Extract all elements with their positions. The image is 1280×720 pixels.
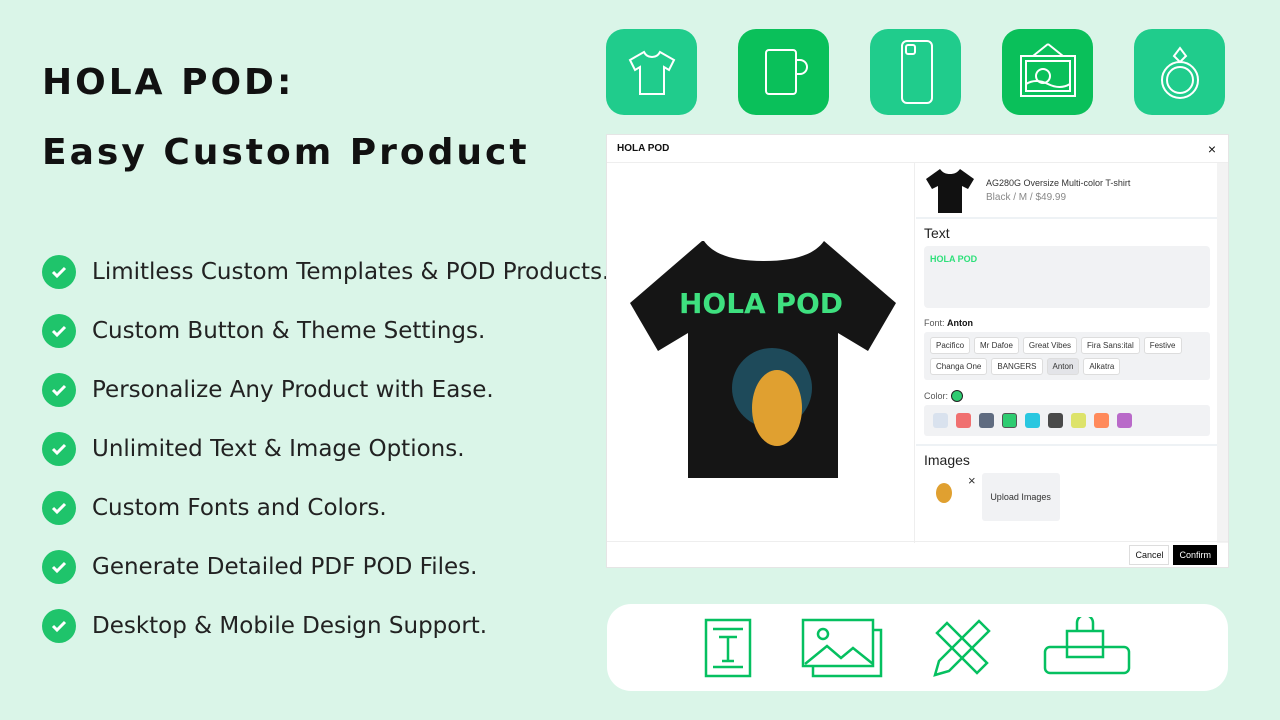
feature-icons-bar [607,604,1228,691]
uploaded-image-thumbnail [924,473,964,513]
feature-item: Generate Detailed PDF POD Files. [42,537,609,596]
color-swatch[interactable] [956,413,971,428]
color-swatch[interactable] [1094,413,1109,428]
product-summary: AG280G Oversize Multi-color T-shirt Black… [916,163,1218,219]
headline-line1: HOLA POD: [42,62,295,103]
color-swatch[interactable] [1117,413,1132,428]
check-icon [42,549,76,584]
feature-text: Limitless Custom Templates & POD Product… [92,258,610,285]
feature-text: Generate Detailed PDF POD Files. [92,553,478,580]
font-option[interactable]: Changa One [930,358,988,375]
design-tools-icon [932,618,991,677]
feature-item: Custom Fonts and Colors. [42,478,609,537]
tshirt-icon [606,29,697,115]
wall-art-icon [1002,29,1093,115]
headline-line2: Easy Custom Product [42,132,530,173]
font-picker: Pacifico Mr Dafoe Great Vibes Fira Sans:ita… [924,332,1210,380]
font-label: Font: [924,318,945,328]
product-name: AG280G Oversize Multi-color T-shirt [986,177,1131,188]
upload-images-button[interactable]: Upload Images [981,473,1060,521]
scrollbar[interactable] [1217,163,1228,543]
mug-icon [738,29,829,115]
tshirt-preview-image: HOLA POD [630,241,896,478]
feature-text: Desktop & Mobile Design Support. [92,612,488,639]
color-swatch[interactable] [933,413,948,428]
remove-image-icon[interactable]: × [968,473,976,488]
font-option[interactable]: BANGERS [991,358,1043,375]
font-option[interactable]: Anton [1046,358,1080,375]
product-preview: HOLA POD [607,163,915,543]
feature-item: Desktop & Mobile Design Support. [42,596,609,655]
feature-text: Custom Button & Theme Settings. [92,317,486,344]
font-value: Anton [947,318,974,328]
font-option[interactable]: Pacifico [930,337,971,354]
color-swatch[interactable] [1048,413,1063,428]
feature-item: Personalize Any Product with Ease. [42,360,609,419]
images-heading: Images [924,452,970,468]
font-option[interactable]: Festive [1143,337,1182,354]
color-swatch[interactable] [1071,413,1086,428]
text-document-icon [704,618,751,677]
ring-icon [1134,29,1225,115]
feature-text: Unlimited Text & Image Options. [92,435,465,462]
mobile-shopping-icon [1043,616,1130,674]
font-option[interactable]: Mr Dafoe [974,337,1019,354]
image-gallery-icon [801,618,882,677]
options-panel: AG280G Oversize Multi-color T-shirt Black… [916,163,1218,543]
feature-text: Custom Fonts and Colors. [92,494,387,521]
font-option[interactable]: Fira Sans:ital [1081,337,1140,354]
cancel-button[interactable]: Cancel [1129,544,1170,565]
product-icons [606,29,1225,115]
feature-item: Limitless Custom Templates & POD Product… [42,242,609,301]
feature-item: Custom Button & Theme Settings. [42,301,609,360]
text-heading: Text [924,225,950,241]
feature-text: Personalize Any Product with Ease. [92,376,494,403]
font-option[interactable]: Great Vibes [1022,337,1078,354]
dialog-title: HOLA POD [617,143,670,154]
color-picker [924,405,1210,436]
product-thumbnail [926,169,974,213]
color-swatch[interactable] [1002,413,1017,428]
color-label: Color: [924,391,949,401]
text-input[interactable]: HOLA POD [924,246,1210,308]
customizer-dialog: HOLA POD × HOLA POD AG280G Oversize Multi… [606,134,1229,568]
check-icon [42,608,76,643]
selected-color-dot [951,390,964,402]
check-icon [42,431,76,466]
confirm-button[interactable]: Confirm [1173,544,1217,565]
feature-item: Unlimited Text & Image Options. [42,419,609,478]
feature-list: Limitless Custom Templates & POD Product… [42,242,609,655]
product-variant: Black / M / $49.99 [986,191,1067,203]
check-icon [42,313,76,348]
phone-case-icon [870,29,961,115]
font-option[interactable]: Alkatra [1083,358,1121,375]
check-icon [42,254,76,289]
color-swatch[interactable] [979,413,994,428]
check-icon [42,490,76,525]
color-swatch[interactable] [1025,413,1040,428]
check-icon [42,372,76,407]
preview-text: HOLA POD [679,287,843,320]
close-icon[interactable]: × [1208,141,1216,157]
